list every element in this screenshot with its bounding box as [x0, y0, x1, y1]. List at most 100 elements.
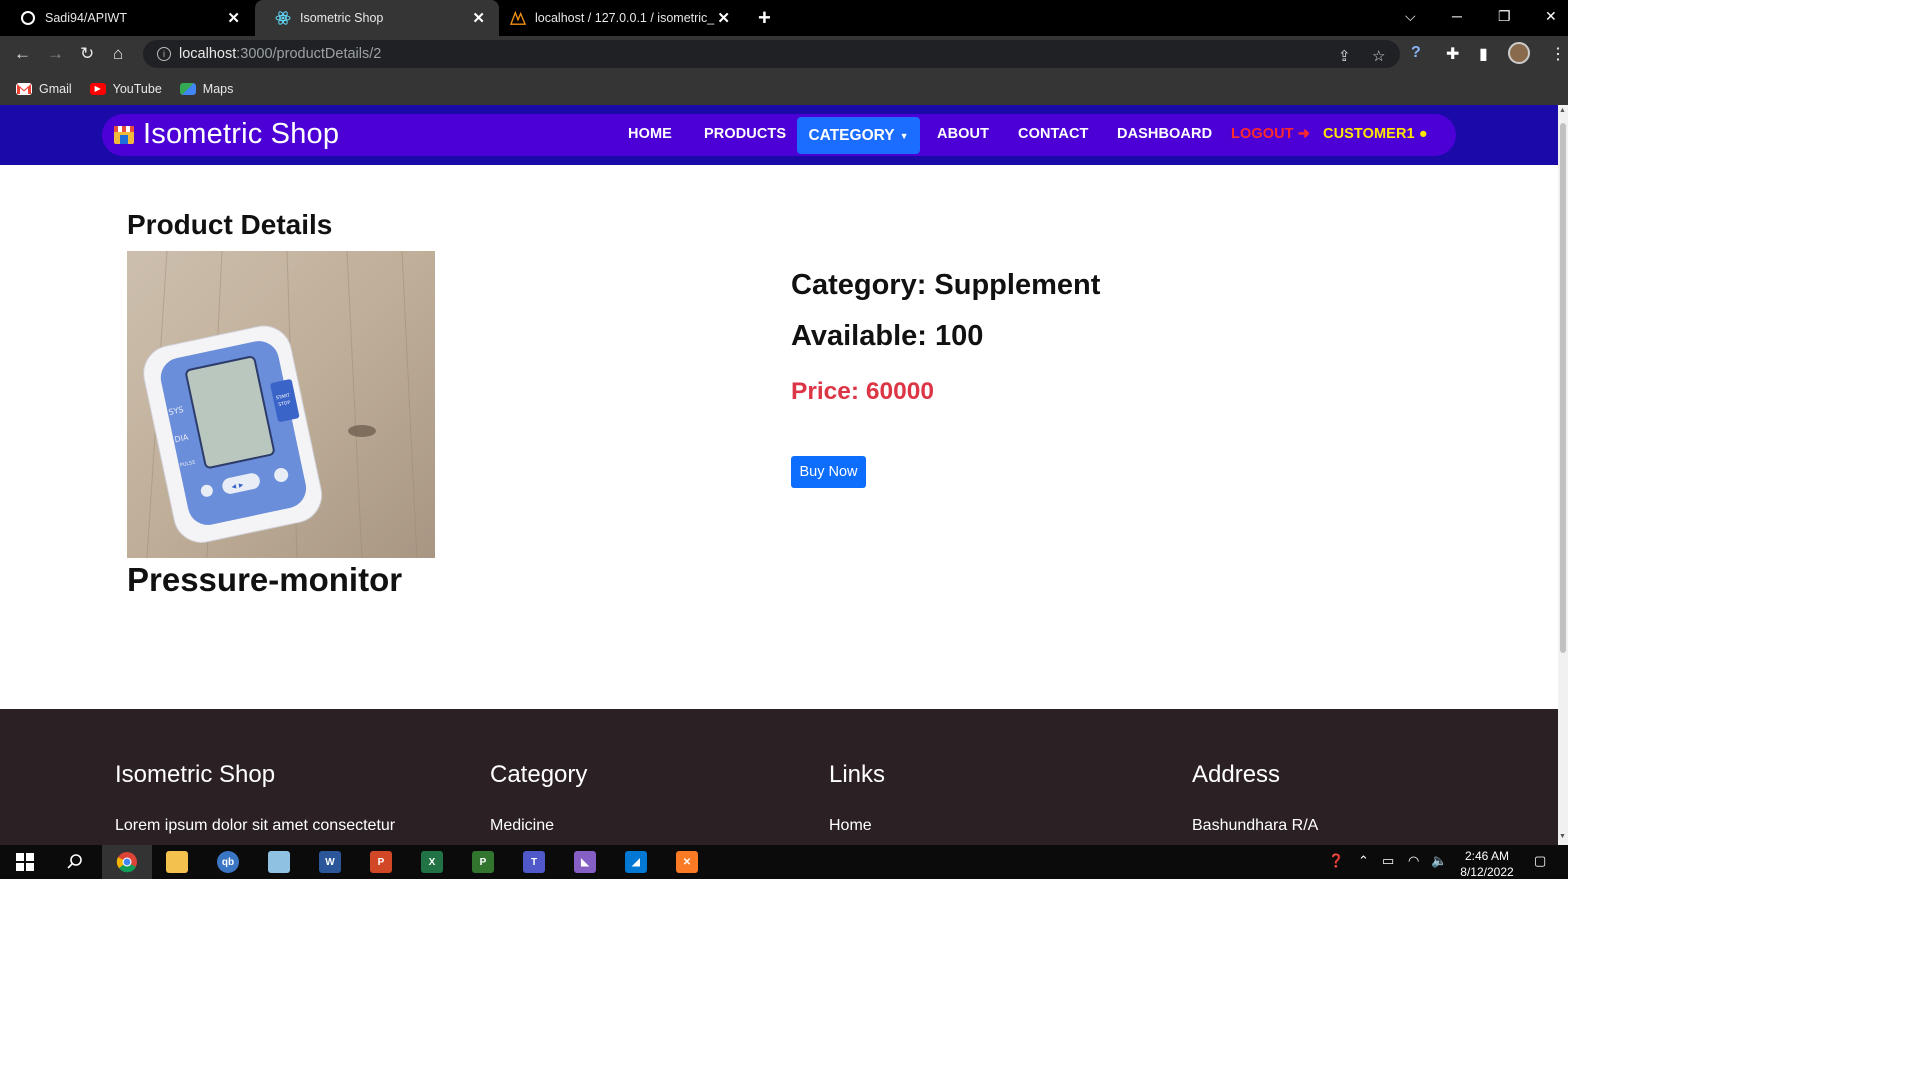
user-gear-icon: ● [1414, 126, 1428, 142]
maps-icon [179, 82, 196, 95]
product-image: SYS DIA PULSE START STOP ◂ ▸ [127, 250, 435, 559]
restore-icon[interactable]: ❐ [1498, 8, 1511, 25]
browser-menu-icon[interactable]: ⋮ [1550, 44, 1566, 64]
nav-customer[interactable]: CUSTOMER1 ● [1323, 126, 1428, 142]
wifi-icon[interactable]: ◠ [1408, 853, 1419, 869]
back-arrow-icon[interactable]: ← [14, 44, 31, 64]
nav-logout[interactable]: LOGOUT ➜ [1231, 126, 1310, 142]
navbar-pill: Isometric Shop HOME PRODUCTS CATEGORY ▼ … [102, 114, 1456, 156]
nav-contact[interactable]: CONTACT [1018, 126, 1089, 142]
phpmyadmin-icon [510, 10, 526, 26]
forward-arrow-icon[interactable]: → [47, 44, 64, 64]
battery-icon[interactable]: ▭ [1382, 853, 1394, 869]
url-path: :3000/productDetails/2 [236, 46, 382, 62]
bookmark-maps[interactable]: Maps [179, 82, 233, 96]
notifications-icon[interactable]: ▢ [1534, 853, 1546, 869]
tab-title: localhost / 127.0.0.1 / isometric_ [535, 11, 715, 25]
reload-icon[interactable]: ↻ [80, 44, 94, 64]
nav-category-label: CATEGORY [808, 126, 895, 144]
logout-icon: ➜ [1293, 126, 1311, 142]
bookmark-star-icon[interactable]: ☆ [1372, 47, 1385, 65]
nav-home[interactable]: HOME [628, 126, 672, 142]
close-tab-icon[interactable]: ✕ [717, 9, 730, 27]
browser-tab-strip: Sadi94/APIWT ✕ Isometric Shop ✕ localhos… [0, 0, 1568, 36]
notepad-icon[interactable] [254, 845, 304, 879]
product-name: Pressure-monitor [127, 561, 403, 598]
visual-studio-icon[interactable]: ◣ [560, 845, 610, 879]
close-tab-icon[interactable]: ✕ [472, 9, 485, 27]
minimize-icon[interactable]: ─ [1452, 8, 1462, 24]
project-icon[interactable]: P [458, 845, 508, 879]
site-navbar: Isometric Shop HOME PRODUCTS CATEGORY ▼ … [0, 105, 1558, 165]
footer-brand-text: Lorem ipsum dolor sit amet consectetur [115, 817, 396, 834]
share-icon[interactable]: ⇪ [1338, 47, 1351, 65]
powerpoint-icon[interactable]: P [356, 845, 406, 879]
youtube-icon: ▶ [89, 82, 106, 95]
logout-label: LOGOUT [1231, 126, 1294, 142]
footer-links-home[interactable]: Home [829, 817, 872, 835]
help-tray-icon[interactable]: ❓ [1328, 853, 1344, 869]
side-panel-icon[interactable]: ▮ [1479, 44, 1488, 64]
buy-now-button[interactable]: Buy Now [791, 456, 866, 488]
address-bar[interactable]: i localhost:3000/productDetails/2 ⇪ ☆ [143, 40, 1400, 68]
nav-about[interactable]: ABOUT [937, 126, 989, 142]
page-scrollbar[interactable]: ▲ ▼ [1558, 105, 1568, 845]
customer-label: CUSTOMER1 [1323, 126, 1415, 142]
tab-isometric-shop[interactable]: Isometric Shop ✕ [255, 0, 499, 36]
bookmark-label: YouTube [112, 81, 162, 96]
clock-time: 2:46 AM [1464, 849, 1510, 863]
footer-links-heading: Links [829, 761, 886, 788]
url-host: localhost [179, 46, 237, 62]
bookmark-label: Gmail [39, 81, 72, 96]
windows-taskbar: qb W P X P T ◣ ◢ ✕ ❓ ⌃ ▭ ◠ 🔈 2:46 AM 8/1… [0, 845, 1568, 879]
page-title: Product Details [127, 209, 333, 240]
scroll-down-arrow-icon[interactable]: ▼ [1559, 833, 1566, 840]
qbittorrent-icon[interactable]: qb [203, 845, 253, 879]
bookmark-gmail[interactable]: Gmail [16, 82, 72, 96]
clock-date: 8/12/2022 [1460, 865, 1514, 879]
github-icon [20, 10, 36, 26]
scrollbar-thumb[interactable] [1560, 123, 1566, 653]
tab-github[interactable]: Sadi94/APIWT ✕ [0, 0, 254, 36]
nav-category-dropdown[interactable]: CATEGORY ▼ [797, 117, 920, 154]
show-hidden-icons-chevron-icon[interactable]: ⌃ [1358, 853, 1369, 869]
profile-avatar[interactable] [1508, 42, 1530, 64]
footer-brand-heading: Isometric Shop [115, 761, 276, 788]
site-info-icon[interactable]: i [157, 47, 171, 61]
footer-category-link[interactable]: Medicine [490, 817, 554, 835]
close-tab-icon[interactable]: ✕ [227, 9, 240, 27]
extension-help-icon[interactable]: ? [1411, 44, 1421, 62]
tab-title: Sadi94/APIWT [45, 11, 127, 25]
bookmark-youtube[interactable]: ▶ YouTube [89, 81, 162, 96]
tab-phpmyadmin[interactable]: localhost / 127.0.0.1 / isometric_ ✕ [500, 0, 744, 36]
chrome-taskbar-icon[interactable] [102, 845, 152, 879]
xampp-icon[interactable]: ✕ [662, 845, 712, 879]
bookmarks-bar: Gmail ▶ YouTube Maps [0, 72, 1568, 105]
new-tab-plus-icon[interactable]: + [758, 5, 771, 31]
footer-category-heading: Category [490, 761, 588, 788]
nav-dashboard[interactable]: DASHBOARD [1117, 126, 1212, 142]
system-clock[interactable]: 2:46 AM 8/12/2022 [1454, 848, 1520, 880]
extensions-puzzle-icon[interactable]: ✚ [1446, 44, 1459, 64]
brand-name: Isometric Shop [143, 118, 340, 150]
tab-search-chevron-icon[interactable]: ⌵ [1405, 8, 1416, 25]
file-explorer-icon[interactable] [152, 845, 202, 879]
site-brand[interactable]: Isometric Shop [114, 118, 339, 151]
home-icon[interactable]: ⌂ [113, 44, 123, 64]
react-icon [275, 10, 291, 26]
word-icon[interactable]: W [305, 845, 355, 879]
close-window-icon[interactable]: ✕ [1545, 8, 1557, 25]
windows-start-icon[interactable] [0, 845, 50, 879]
teams-icon[interactable]: T [509, 845, 559, 879]
page-viewport: Isometric Shop HOME PRODUCTS CATEGORY ▼ … [0, 105, 1558, 845]
nav-products[interactable]: PRODUCTS [704, 126, 786, 142]
volume-icon[interactable]: 🔈 [1431, 853, 1447, 869]
search-icon[interactable] [50, 845, 100, 879]
excel-icon[interactable]: X [407, 845, 457, 879]
vscode-icon[interactable]: ◢ [611, 845, 661, 879]
product-availability: Available: 100 [791, 320, 984, 352]
scroll-up-arrow-icon[interactable]: ▲ [1559, 107, 1566, 114]
footer-address-heading: Address [1192, 761, 1281, 788]
caret-down-icon: ▼ [899, 130, 909, 141]
shop-store-icon [114, 125, 134, 144]
